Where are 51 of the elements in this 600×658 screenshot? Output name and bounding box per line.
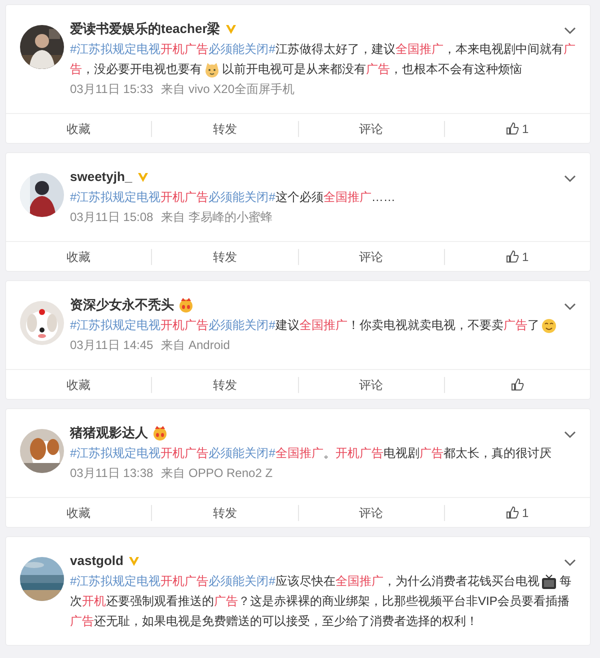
repost-button[interactable]: 转发: [212, 376, 237, 392]
favorite-button[interactable]: 收藏: [66, 120, 91, 136]
television-icon: [541, 574, 558, 590]
post-text: #江苏拟规定电视开机广告必须能关闭#全国推广。开机广告电视剧广告都太长，真的很讨厌: [70, 445, 552, 462]
chevron-down-icon[interactable]: [564, 559, 576, 567]
post-source: 来自 OPPO Reno2 Z: [161, 465, 273, 482]
post-source: 来自 vivo X20全面屏手机: [161, 81, 295, 98]
thumbs-up-icon: [506, 506, 520, 519]
user-name[interactable]: vastgold: [70, 551, 124, 571]
post-text: #江苏拟规定电视开机广告必须能关闭#江苏做得太好了，建议全国推广，本来电视剧中间就有广告，没必要开电视也要有 以前开电视可是从来都没有广告，也根本不会有这种烦恼: [70, 41, 576, 79]
post-text: #江苏拟规定电视开机广告必须能关闭#应该尽快在全国推广，为什么消费者花钱买台电视 每次开机还要强制观看推送的广告？这是赤裸裸的商业绑架，比那些视频平台非VIP会员要看插播 广告还无耻，如果电视是免费赠送的可以接受，至少给了消费者选择的权利！: [70, 572, 572, 630]
comment-button[interactable]: 评论: [359, 120, 384, 136]
user-name[interactable]: 猪猪观影达人: [70, 423, 148, 443]
like-button[interactable]: 1: [506, 248, 529, 264]
like-button[interactable]: 1: [506, 120, 529, 136]
topic-link[interactable]: #江苏拟规定电视开机广告必须能关闭#: [70, 42, 276, 56]
post-time[interactable]: 03月11日 14:45: [70, 335, 154, 355]
comment-button[interactable]: 评论: [359, 376, 384, 392]
topic-link[interactable]: #江苏拟规定电视开机广告必须能关闭#: [70, 446, 276, 460]
post-time[interactable]: 03月11日 15:33: [70, 79, 154, 99]
topic-link[interactable]: #江苏拟规定电视开机广告必须能关闭#: [70, 190, 276, 204]
user-name[interactable]: 资深少女永不秃头: [70, 295, 174, 315]
chevron-down-icon[interactable]: [564, 431, 576, 439]
repost-button[interactable]: 转发: [212, 120, 237, 136]
thumbs-up-icon: [510, 378, 524, 391]
thumbs-up-icon: [506, 122, 520, 135]
favorite-button[interactable]: 收藏: [66, 504, 91, 520]
comment-button[interactable]: 评论: [359, 248, 384, 264]
chevron-down-icon[interactable]: [564, 303, 576, 311]
thumbs-up-icon: [506, 250, 520, 263]
cat-face-icon: [204, 62, 220, 78]
post-text: #江苏拟规定电视开机广告必须能关闭#建议全国推广！你卖电视就卖电视，不要卖广告了: [70, 315, 580, 335]
repost-button[interactable]: 转发: [212, 504, 237, 520]
favorite-button[interactable]: 收藏: [66, 248, 91, 264]
topic-link[interactable]: #江苏拟规定电视开机广告必须能关闭#: [70, 574, 276, 588]
post-text: #江苏拟规定电视开机广告必须能关闭#这个必须全国推广……: [70, 189, 396, 206]
like-button[interactable]: 1: [506, 504, 529, 520]
post-time[interactable]: 03月11日 13:38: [70, 463, 154, 483]
user-name[interactable]: 爱读书爱娱乐的teacher梁: [70, 19, 220, 39]
post-source: 来自 李易峰的小蜜蜂: [161, 209, 273, 226]
user-name[interactable]: sweetyjh_: [70, 167, 132, 187]
chevron-down-icon[interactable]: [564, 175, 576, 183]
smiling-face-icon: [541, 318, 558, 334]
post-source: 来自 Android: [161, 337, 230, 354]
chevron-down-icon[interactable]: [564, 27, 576, 35]
like-button[interactable]: [510, 378, 524, 391]
post-time[interactable]: 03月11日 15:08: [70, 207, 154, 227]
comment-button[interactable]: 评论: [359, 504, 384, 520]
repost-button[interactable]: 转发: [212, 248, 237, 264]
favorite-button[interactable]: 收藏: [66, 376, 91, 392]
topic-link[interactable]: #江苏拟规定电视开机广告必须能关闭#: [70, 318, 276, 332]
